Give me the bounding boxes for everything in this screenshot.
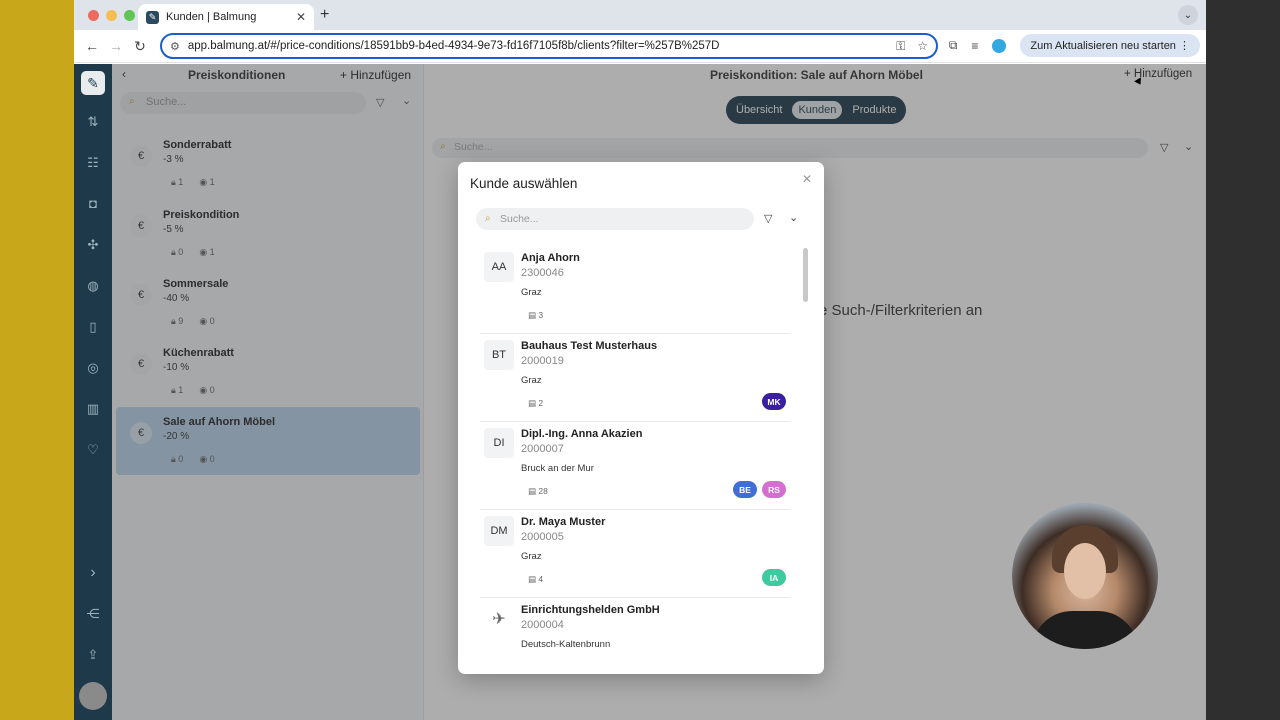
maximize-window-button[interactable] [124,10,135,21]
network-icon[interactable]: ✣ [74,237,112,253]
webcam-presenter-face [1064,543,1106,599]
extensions-puzzle-icon[interactable]: ⧉ [949,38,958,53]
desktop-background-right [1206,0,1280,720]
select-customer-modal: Kunde auswählen ✕ ⌕ Suche... ▽ ⌄ AA Anja… [458,162,824,674]
customer-name: Anja Ahorn [521,252,580,264]
site-settings-icon[interactable]: ⚙ [170,40,180,53]
company-logo-icon: ✈ [484,604,514,634]
document-count: ▤ 28 [528,486,548,496]
new-tab-button[interactable]: + [320,6,329,24]
close-icon[interactable]: ✕ [802,172,812,186]
customer-name: Dr. Maya Muster [521,516,606,528]
assignee-badge: MK [762,393,786,410]
customer-list: AA Anja Ahorn 2300046 Graz ▤ 3 BT Bauhau… [458,246,824,674]
bar-chart-icon[interactable]: ▥ [74,401,112,417]
customer-item[interactable]: ✈ Einrichtungshelden GmbH 2000004 Deutsc… [480,598,790,674]
customer-city: Deutsch-Kaltenbrunn [521,639,611,650]
customer-item[interactable]: BT Bauhaus Test Musterhaus 2000019 Graz … [480,334,790,422]
tab-bar: ✎ Kunden | Balmung ✕ + ⌄ [74,0,1206,30]
customer-number: 2000019 [521,355,564,367]
euro-circle-icon[interactable]: ◎ [74,360,112,376]
upload-icon[interactable]: ⇪ [74,647,112,663]
customer-city: Graz [521,287,542,298]
customer-number: 2300046 [521,267,564,279]
customer-number: 2000005 [521,531,564,543]
favicon-icon: ✎ [146,10,159,24]
customer-number: 2000004 [521,619,564,631]
modal-scrollbar[interactable] [803,248,808,302]
forward-arrow-icon[interactable]: → [104,38,128,54]
tab-search-chevron-icon[interactable]: ⌄ [1178,5,1198,25]
toolbar-right-actions: ⧉ ≡ Zum Aktualisieren neu starten ⋮ [949,34,1200,57]
desktop-background-left [0,0,74,720]
share-icon[interactable]: ⋲ [74,606,112,622]
assignee-badge: IA [762,569,786,586]
chevron-down-icon[interactable]: ⌄ [789,211,798,224]
webcam-presenter-shirt [1032,611,1138,649]
customer-name: Bauhaus Test Musterhaus [521,340,658,352]
close-window-button[interactable] [88,10,99,21]
customer-number: 2000007 [521,443,564,455]
customer-city: Graz [521,551,542,562]
extension-icon[interactable] [992,38,1007,53]
back-arrow-icon[interactable]: ← [80,38,104,54]
expand-icon[interactable]: › [74,564,112,582]
url-text: app.balmung.at/#/price-conditions/18591b… [187,40,720,52]
customer-item[interactable]: AA Anja Ahorn 2300046 Graz ▤ 3 [480,246,790,334]
customer-item[interactable]: DI Dipl.-Ing. Anna Akazien 2000007 Bruck… [480,422,790,510]
customer-initials: DM [484,516,514,546]
assignee-badges: MK [762,393,786,410]
modal-search-input[interactable]: ⌕ Suche... [476,208,754,230]
update-button[interactable]: Zum Aktualisieren neu starten ⋮ [1020,34,1200,57]
browser-tab[interactable]: ✎ Kunden | Balmung ✕ [138,4,314,30]
customer-name: Einrichtungshelden GmbH [521,604,660,616]
document-count: ▤ 2 [528,398,544,408]
user-avatar[interactable] [79,682,107,710]
bookmark-star-icon[interactable]: ☆ [917,39,928,54]
webcam-overlay [1012,503,1158,649]
document-count: ▤ 3 [528,310,544,320]
search-icon: ⌕ [485,213,491,224]
password-key-icon[interactable]: ⚿ [896,39,905,54]
reload-icon[interactable]: ↻ [128,38,152,55]
book-icon[interactable]: ▯ [74,319,112,335]
customer-initials: DI [484,428,514,458]
shopping-bag-icon[interactable]: ◘ [74,196,112,211]
logo-icon[interactable]: ✎ [81,71,105,95]
assignee-badges: IA [762,569,786,586]
window-controls [88,10,135,21]
customer-city: Bruck an der Mur [521,463,594,474]
users-icon[interactable]: ☷ [74,155,112,171]
media-queue-icon[interactable]: ≡ [971,39,978,53]
heart-icon[interactable]: ♡ [74,442,112,458]
assignee-badges: BE RS [733,481,786,498]
customer-initials: BT [484,340,514,370]
customer-initials: AA [484,252,514,282]
assignee-badge: RS [762,481,786,498]
assignee-badge: BE [733,481,757,498]
tab-title: Kunden | Balmung [166,11,257,23]
update-label: Zum Aktualisieren neu starten [1030,40,1176,52]
customer-item[interactable]: DM Dr. Maya Muster 2000005 Graz ▤ 4 IA [480,510,790,598]
modal-search-placeholder: Suche... [500,213,539,225]
address-bar[interactable]: ⚙ app.balmung.at/#/price-conditions/1859… [160,33,938,59]
routing-icon[interactable]: ⇅ [74,114,112,130]
minimize-window-button[interactable] [106,10,117,21]
close-tab-icon[interactable]: ✕ [296,10,306,24]
sidebar-rail: ✎ ⇅ ☷ ◘ ✣ ◍ ▯ ◎ ▥ ♡ › ⋲ ⇪ [74,64,112,720]
modal-title: Kunde auswählen [470,176,578,191]
filter-icon[interactable]: ▽ [764,212,772,225]
customer-name: Dipl.-Ing. Anna Akazien [521,428,643,440]
document-count: ▤ 4 [528,574,544,584]
globe-icon[interactable]: ◍ [74,278,112,294]
customer-city: Graz [521,375,542,386]
